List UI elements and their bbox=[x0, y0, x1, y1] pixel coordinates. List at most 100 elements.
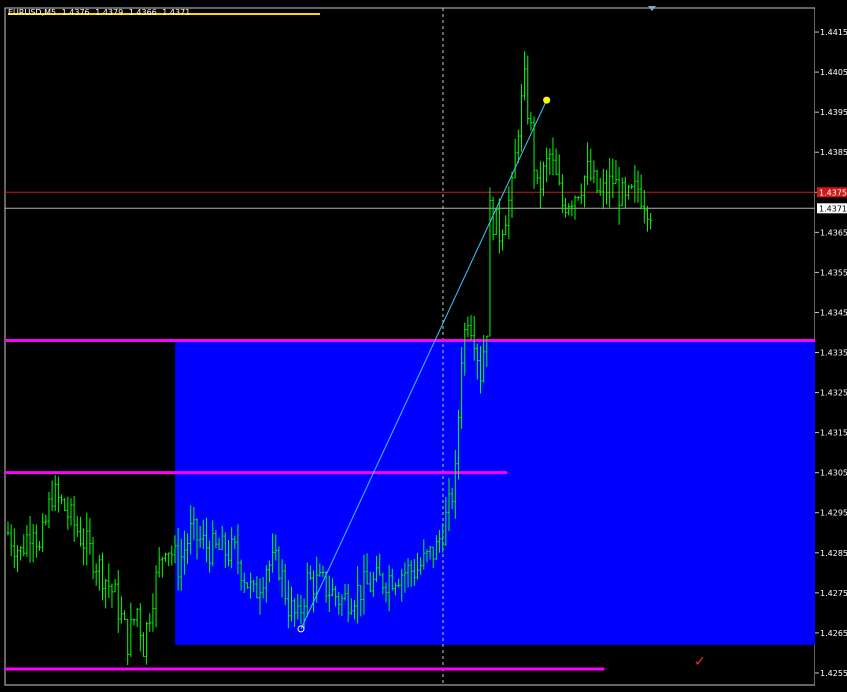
candle bbox=[545, 147, 548, 183]
chart-header: EURUSD,M5 1.4376 1.4379 1.4366 1.4371 bbox=[8, 8, 193, 17]
candle bbox=[110, 583, 114, 608]
low-value: 1.4366 bbox=[128, 8, 157, 17]
candle bbox=[94, 563, 98, 586]
tick-label: 1.4335 bbox=[820, 349, 847, 358]
candle bbox=[608, 158, 611, 208]
candle bbox=[488, 187, 492, 337]
candle bbox=[630, 183, 633, 190]
tick-label: 1.4415 bbox=[820, 28, 847, 37]
candle bbox=[523, 51, 526, 101]
candle bbox=[63, 498, 66, 512]
candle bbox=[139, 603, 142, 652]
candle bbox=[551, 137, 555, 176]
candle bbox=[101, 552, 104, 601]
candle bbox=[586, 142, 589, 186]
candle bbox=[79, 516, 82, 547]
candle bbox=[164, 552, 167, 563]
candle bbox=[504, 215, 507, 236]
bid-price-label: 1.4371 bbox=[819, 204, 847, 213]
candle bbox=[617, 166, 621, 225]
price-axis bbox=[815, 0, 847, 688]
high-value: 1.4379 bbox=[95, 8, 124, 17]
candle bbox=[548, 148, 552, 175]
candle bbox=[132, 618, 136, 626]
tick-label: 1.4395 bbox=[820, 108, 847, 117]
chart-window[interactable]: 1.4415 1.4405 1.4395 1.4385 1.4375 1.4365 1.43… bbox=[0, 0, 847, 688]
candle bbox=[38, 541, 41, 551]
close-value: 1.4371 bbox=[162, 8, 191, 17]
candle bbox=[53, 474, 57, 511]
candle bbox=[13, 528, 16, 569]
tick-label: 1.4315 bbox=[820, 429, 847, 438]
tick-label: 1.4325 bbox=[820, 389, 847, 398]
tick-label: 1.4365 bbox=[820, 228, 847, 237]
candle bbox=[19, 546, 22, 561]
candle bbox=[6, 521, 10, 536]
tick-label: 1.4285 bbox=[820, 549, 847, 558]
candle bbox=[554, 148, 558, 176]
candle bbox=[161, 556, 164, 578]
candle bbox=[469, 315, 473, 341]
candle bbox=[126, 618, 129, 666]
trend-end-anchor[interactable] bbox=[543, 96, 551, 104]
open-value: 1.4376 bbox=[61, 8, 90, 17]
candle bbox=[542, 161, 545, 197]
candle bbox=[510, 171, 514, 218]
candle bbox=[35, 524, 38, 558]
tick-label: 1.4295 bbox=[820, 509, 847, 518]
candle bbox=[598, 177, 602, 196]
candle bbox=[60, 494, 63, 505]
candle bbox=[557, 154, 561, 186]
candle bbox=[602, 168, 605, 210]
tick-label: 1.4385 bbox=[820, 148, 847, 157]
candle bbox=[28, 516, 32, 563]
candle bbox=[526, 55, 530, 125]
candle bbox=[624, 177, 627, 209]
candle bbox=[151, 593, 155, 632]
candle bbox=[583, 175, 586, 208]
candle bbox=[517, 129, 520, 164]
candle bbox=[614, 160, 618, 185]
candle bbox=[491, 196, 495, 241]
candle bbox=[145, 621, 148, 665]
tick-label: 1.4275 bbox=[820, 589, 847, 598]
candle bbox=[501, 229, 504, 251]
candle bbox=[498, 198, 501, 254]
candle bbox=[123, 610, 126, 621]
candle bbox=[507, 186, 511, 240]
tick-label: 1.4255 bbox=[820, 669, 847, 678]
candle bbox=[539, 161, 542, 209]
candle bbox=[513, 138, 517, 179]
symbol-label: EURUSD,M5 bbox=[8, 8, 57, 17]
candle bbox=[57, 476, 60, 513]
candle bbox=[85, 512, 89, 566]
price-chart[interactable]: 1.4415 1.4405 1.4395 1.4385 1.4375 1.4365 1.43… bbox=[0, 0, 847, 688]
candle bbox=[82, 528, 85, 566]
candle bbox=[66, 496, 70, 530]
candle bbox=[633, 165, 637, 203]
candle bbox=[589, 148, 593, 182]
candle bbox=[494, 209, 498, 235]
candle bbox=[135, 607, 139, 627]
tick-label: 1.4345 bbox=[820, 308, 847, 317]
candle bbox=[41, 513, 44, 552]
candle bbox=[116, 570, 120, 633]
candle bbox=[22, 534, 26, 557]
candle bbox=[466, 316, 470, 338]
candle bbox=[113, 578, 117, 593]
tick-label: 1.4305 bbox=[820, 469, 847, 478]
zone-rectangle[interactable] bbox=[175, 340, 816, 645]
tick-label: 1.4405 bbox=[820, 68, 847, 77]
check-icon[interactable]: ✓ bbox=[694, 654, 706, 670]
candle bbox=[129, 602, 133, 658]
candle bbox=[25, 525, 29, 557]
candle bbox=[535, 169, 539, 185]
candle bbox=[44, 514, 48, 526]
ask-price-label: 1.4375 bbox=[819, 188, 847, 197]
candle bbox=[520, 84, 523, 152]
candle bbox=[636, 170, 640, 203]
candle bbox=[573, 195, 577, 220]
candle bbox=[107, 563, 111, 599]
candle bbox=[148, 613, 152, 632]
candle bbox=[88, 518, 92, 555]
